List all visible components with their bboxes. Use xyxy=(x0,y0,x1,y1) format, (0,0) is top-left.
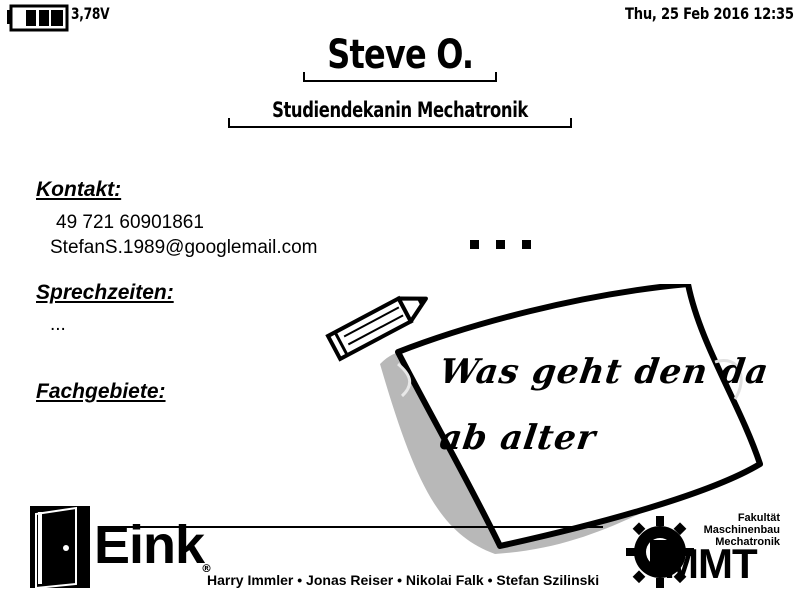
hours-value: ... xyxy=(50,314,66,335)
author-names: Harry Immler • Jonas Reiser • Nikolai Fa… xyxy=(207,572,600,588)
contact-heading: Kontakt: xyxy=(36,178,122,201)
loading-dots-icon xyxy=(470,240,540,250)
note-text-line-1: Was geht den da xyxy=(437,352,772,392)
name-header: Steve O. xyxy=(0,32,800,82)
name-underline-bracket xyxy=(302,72,498,82)
phone-number: 49 721 60901861 xyxy=(56,212,204,233)
battery-icon xyxy=(7,4,69,32)
note-text-line-2: ab alter xyxy=(437,418,599,458)
email-address: StefanS.1989@googlemail.com xyxy=(50,237,318,258)
battery-voltage: 3,78V xyxy=(71,4,110,23)
status-datetime: Thu, 25 Feb 2016 12:35 xyxy=(625,4,794,23)
hours-heading: Sprechzeiten: xyxy=(36,281,174,304)
eink-logo: Eink xyxy=(94,515,205,575)
fields-heading: Fachgebiete: xyxy=(36,380,166,403)
mmt-logo: MMT xyxy=(664,540,758,587)
role-underline-bracket xyxy=(227,118,572,128)
role-header: Studiendekanin Mechatronik xyxy=(0,96,800,128)
